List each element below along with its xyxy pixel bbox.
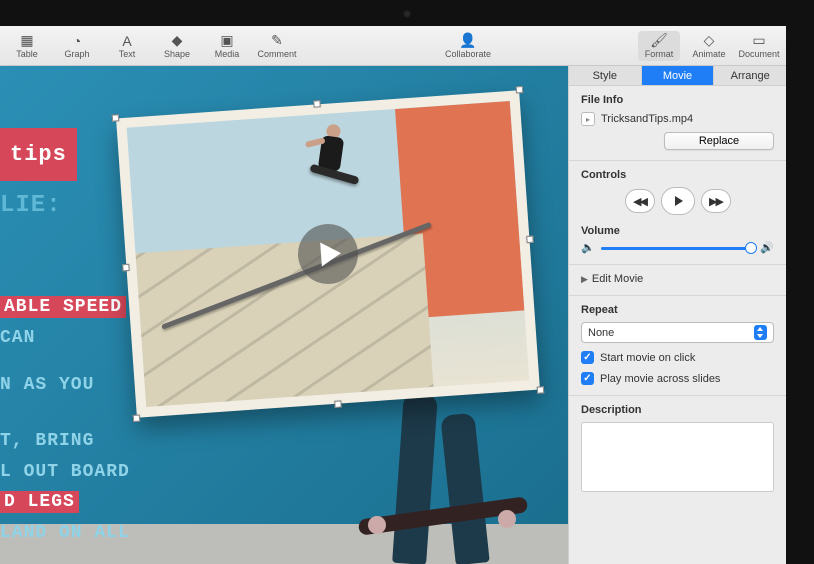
replace-button[interactable]: Replace — [664, 132, 774, 150]
movie-object[interactable] — [116, 90, 540, 417]
tool-table[interactable]: ▦ Table — [6, 31, 48, 61]
tool-label: Collaborate — [445, 49, 491, 59]
section-controls: Controls ◀◀ ▶▶ Volume 🔈 🔊 — [569, 161, 786, 265]
volume-heading: Volume — [581, 225, 774, 237]
checkbox-play-across-slides[interactable] — [581, 372, 594, 385]
forward-button[interactable]: ▶▶ — [701, 189, 731, 213]
file-info-heading: File Info — [581, 94, 774, 106]
toolbar: ▦ Table ◔ Graph A Text ◆ Shape ▣ Media ✎… — [0, 26, 786, 66]
tool-media[interactable]: ▣ Media — [206, 31, 248, 61]
text-span: LAND ON ALL — [0, 523, 130, 543]
resize-handle[interactable] — [112, 114, 119, 121]
rewind-icon: ◀◀ — [633, 195, 646, 208]
speaker-low-icon: 🔈 — [581, 241, 595, 254]
controls-heading: Controls — [581, 169, 774, 181]
resize-handle[interactable] — [526, 236, 533, 243]
title-chip: tips — [0, 128, 77, 181]
tool-label: Format — [645, 49, 674, 59]
media-icon: ▣ — [220, 33, 233, 49]
text-span: CAN — [0, 328, 35, 348]
tool-graph[interactable]: ◔ Graph — [56, 31, 98, 61]
tool-label: Media — [215, 49, 240, 59]
highlight-span: D LEGS — [0, 491, 79, 513]
text-icon: A — [122, 33, 131, 49]
chevron-right-icon: ▶ — [581, 274, 588, 285]
description-heading: Description — [581, 404, 774, 416]
tool-shape[interactable]: ◆ Shape — [156, 31, 198, 61]
tool-animate[interactable]: ◇ Animate — [688, 31, 730, 61]
tool-collaborate[interactable]: 👤 Collaborate — [447, 31, 489, 61]
animate-icon: ◇ — [704, 33, 715, 49]
tool-label: Animate — [692, 49, 725, 59]
file-name: TricksandTips.mp4 — [601, 113, 693, 125]
edit-movie-disclosure[interactable]: ▶ Edit Movie — [581, 273, 774, 285]
start-on-click-label: Start movie on click — [600, 352, 695, 364]
stepper-icon — [754, 325, 767, 340]
resize-handle[interactable] — [537, 386, 544, 393]
inspector-tabs: Style Movie Arrange — [569, 66, 786, 86]
comment-icon: ✎ — [271, 33, 283, 49]
tab-style[interactable]: Style — [569, 66, 642, 85]
tool-label: Document — [738, 49, 779, 59]
resize-handle[interactable] — [122, 264, 129, 271]
slide-canvas[interactable]: tips LIE: ABLE SPEED CAN N AS YOU T, BRI… — [0, 66, 568, 564]
toolbar-left-group: ▦ Table ◔ Graph A Text ◆ Shape ▣ Media ✎… — [6, 31, 298, 61]
tab-arrange[interactable]: Arrange — [714, 66, 786, 85]
volume-slider[interactable] — [601, 242, 755, 254]
toolbar-right-group: 🖌 Format ◇ Animate ▭ Document — [638, 31, 780, 61]
speaker-high-icon: 🔊 — [760, 241, 774, 254]
tool-label: Table — [16, 49, 38, 59]
tool-label: Shape — [164, 49, 190, 59]
forward-icon: ▶▶ — [709, 195, 722, 208]
tool-document[interactable]: ▭ Document — [738, 31, 780, 61]
tool-label: Graph — [64, 49, 89, 59]
tool-label: Text — [119, 49, 136, 59]
checkbox-start-on-click[interactable] — [581, 351, 594, 364]
edit-movie-label: Edit Movie — [592, 273, 643, 285]
tool-format[interactable]: 🖌 Format — [638, 31, 680, 61]
section-file-info: File Info ▸ TricksandTips.mp4 Replace — [569, 86, 786, 161]
section-description: Description — [569, 396, 786, 502]
repeat-select[interactable]: None — [581, 322, 774, 343]
document-icon: ▭ — [752, 33, 765, 49]
slide-text-block3: T, BRING L OUT BOARD D LEGS LAND ON ALL — [0, 426, 130, 548]
play-across-label: Play movie across slides — [600, 373, 720, 385]
tab-movie[interactable]: Movie — [642, 66, 715, 85]
resize-handle[interactable] — [516, 86, 523, 93]
resize-handle[interactable] — [313, 100, 320, 107]
text-span: T, BRING — [0, 431, 94, 451]
highlight-span: ABLE SPEED — [0, 296, 126, 318]
rewind-button[interactable]: ◀◀ — [625, 189, 655, 213]
repeat-value: None — [588, 327, 614, 339]
slide-text-lie: LIE: — [0, 186, 62, 227]
description-textarea[interactable] — [581, 422, 774, 492]
tool-text[interactable]: A Text — [106, 31, 148, 61]
table-icon: ▦ — [20, 33, 33, 49]
resize-handle[interactable] — [133, 415, 140, 422]
repeat-heading: Repeat — [581, 304, 774, 316]
collaborate-icon: 👤 — [459, 33, 476, 49]
play-icon — [675, 196, 683, 206]
slide-text-block2: N AS YOU — [0, 370, 94, 401]
section-repeat: Repeat None Start movie on click Play mo… — [569, 296, 786, 396]
shape-icon: ◆ — [172, 33, 183, 49]
play-button[interactable] — [661, 187, 695, 215]
format-icon: 🖌 — [650, 33, 668, 49]
section-edit-movie: ▶ Edit Movie — [569, 265, 786, 296]
text-span: N AS YOU — [0, 375, 94, 395]
tool-label: Comment — [257, 49, 296, 59]
resize-handle[interactable] — [334, 400, 341, 407]
file-icon: ▸ — [581, 112, 595, 126]
tool-comment[interactable]: ✎ Comment — [256, 31, 298, 61]
slide-text-block1: ABLE SPEED CAN — [0, 292, 126, 353]
inspector-panel: Style Movie Arrange File Info ▸ Tricksan… — [568, 66, 786, 564]
graph-icon: ◔ — [73, 33, 81, 49]
movie-thumbnail — [127, 101, 530, 407]
text-span: L OUT BOARD — [0, 462, 130, 482]
